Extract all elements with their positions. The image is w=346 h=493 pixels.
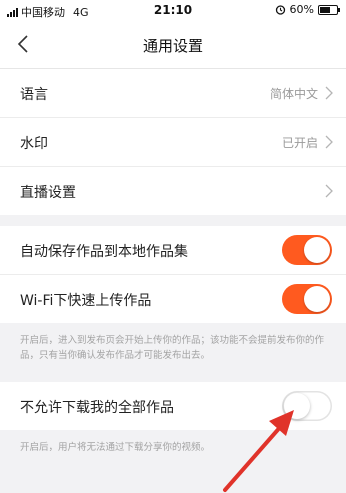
toggle-knob (284, 393, 310, 419)
toggle-knob (304, 237, 330, 263)
download-settings-group: 不允许下载我的全部作品 (0, 382, 346, 430)
setting-wifi-upload: Wi-Fi下快速上传作品 (0, 275, 346, 323)
watermark-label: 水印 (20, 136, 48, 152)
battery-icon (318, 4, 340, 15)
chevron-right-icon (325, 135, 333, 149)
wifi-upload-label: Wi-Fi下快速上传作品 (20, 293, 152, 309)
battery-percent: 60% (289, 3, 314, 16)
live-settings-label: 直播设置 (20, 185, 76, 201)
setting-live[interactable]: 直播设置 (0, 167, 346, 215)
toggle-knob (304, 286, 330, 312)
status-bar: 中国移动 4G 21:10 60% (0, 0, 346, 22)
general-settings-group: 语言 简体中文 水印 已开启 直播设置 (0, 69, 346, 215)
watermark-value: 已开启 (281, 136, 318, 150)
navigation-bar: 通用设置 (0, 22, 346, 69)
wifi-upload-toggle[interactable] (282, 284, 332, 314)
disallow-download-label: 不允许下载我的全部作品 (20, 400, 174, 416)
alarm-icon (275, 5, 285, 15)
chevron-right-icon (325, 86, 333, 100)
setting-language[interactable]: 语言 简体中文 (0, 69, 346, 118)
download-note: 开启后，用户将无法通过下载分享你的视频。 (20, 442, 211, 453)
chevron-right-icon (325, 184, 333, 198)
upload-settings-group: 自动保存作品到本地作品集 Wi-Fi下快速上传作品 (0, 226, 346, 323)
setting-auto-save: 自动保存作品到本地作品集 (0, 226, 346, 275)
upload-note: 开启后，进入到发布页会开始上传你的作品；该功能不会提前发布你的作品，只有当你确认… (20, 335, 325, 361)
auto-save-label: 自动保存作品到本地作品集 (20, 244, 188, 260)
disallow-download-toggle[interactable] (282, 391, 332, 421)
language-label: 语言 (20, 87, 48, 103)
setting-watermark[interactable]: 水印 已开启 (0, 118, 346, 167)
language-value: 简体中文 (269, 87, 318, 101)
auto-save-toggle[interactable] (282, 235, 332, 265)
setting-disallow-download: 不允许下载我的全部作品 (0, 382, 346, 430)
page-title: 通用设置 (142, 37, 203, 55)
